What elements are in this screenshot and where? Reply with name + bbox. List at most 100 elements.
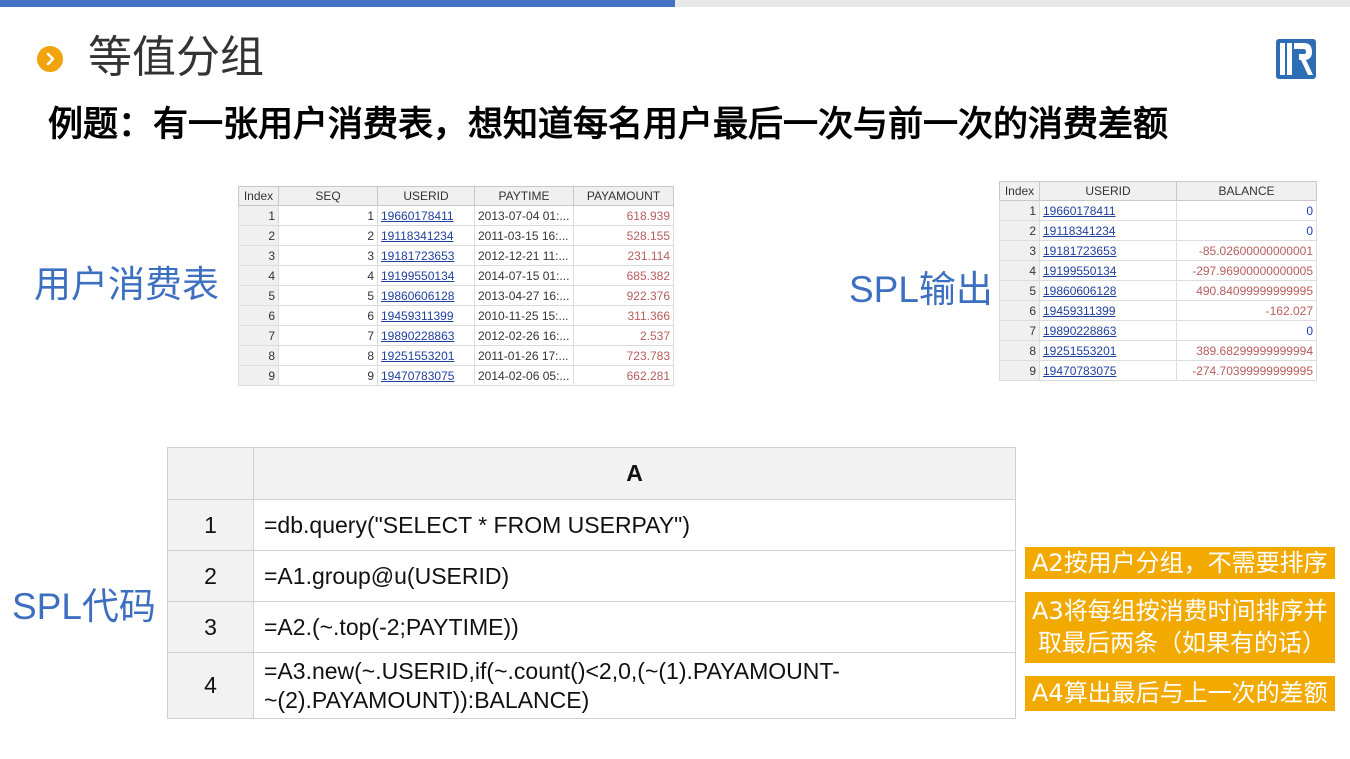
code-column-header[interactable]: A [253,447,1016,500]
column-header[interactable]: BALANCE [1176,181,1317,201]
table-cell: 0 [1176,320,1317,341]
userid-link[interactable]: 19118341234 [1043,224,1116,238]
table-row[interactable]: 5 5 19860606128 2013-04-27 16:... 922.376 [238,285,674,306]
table-row[interactable]: 7 19890228863 0 [999,320,1317,341]
userid-link[interactable]: 19890228863 [381,329,454,343]
table-cell: 7 [238,325,279,346]
table-row[interactable]: 2 19118341234 0 [999,220,1317,241]
userid-link[interactable]: 19470783075 [381,369,454,383]
table-row[interactable]: 9 19470783075 -274.70399999999995 [999,360,1317,381]
table-cell[interactable]: 19459311399 [377,305,475,326]
userid-link[interactable]: 19860606128 [1043,284,1116,298]
table-cell: 4 [999,260,1040,281]
table-cell[interactable]: 19251553201 [377,345,475,366]
table-row[interactable]: 6 6 19459311399 2010-11-25 15:... 311.366 [238,305,674,326]
table-row[interactable]: 3 19181723653 -85.02600000000001 [999,240,1317,261]
table-cell: 3 [999,240,1040,261]
column-header[interactable]: PAYAMOUNT [573,186,674,206]
code-line: =A3.new(~.USERID,if(~.count()<2,0,(~(1).… [264,657,840,684]
table-cell: 685.382 [573,265,674,286]
table-row[interactable]: 1 1 19660178411 2013-07-04 01:... 618.939 [238,205,674,226]
spl-output-grid[interactable]: Index USERID BALANCE 1 19660178411 0 2 1911834… [999,181,1317,381]
table-row[interactable]: 4 4 19199550134 2014-07-15 01:... 685.382 [238,265,674,286]
column-header[interactable]: USERID [377,186,475,206]
userid-link[interactable]: 19199550134 [1043,264,1116,278]
column-header[interactable]: PAYTIME [474,186,574,206]
code-line: =A2.(~.top(-2;PAYTIME)) [264,613,519,640]
table-row[interactable]: 5 19860606128 490.84099999999995 [999,280,1317,301]
code-row[interactable]: 4 =A3.new(~.USERID,if(~.count()<2,0,(~(1)… [167,652,1016,719]
table-cell[interactable]: 19181723653 [377,245,475,266]
table-cell: 2.537 [573,325,674,346]
table-cell: 490.84099999999995 [1176,280,1317,301]
table-cell: 4 [238,265,279,286]
note-a3-line2: 取最后两条（如果有的话） [1038,629,1326,657]
userid-link[interactable]: 19251553201 [381,349,454,363]
table-cell[interactable]: 19118341234 [377,225,475,246]
table-cell[interactable]: 19118341234 [1039,220,1177,241]
table-cell: 1 [278,205,378,226]
table-cell[interactable]: 19470783075 [377,365,475,386]
userid-link[interactable]: 19459311399 [1043,304,1116,318]
code-cell[interactable]: =A1.group@u(USERID) [253,550,1016,602]
table-cell: 0 [1176,220,1317,241]
userid-link[interactable]: 19199550134 [381,269,454,283]
table-row[interactable]: 4 19199550134 -297.96900000000005 [999,260,1317,281]
userid-link[interactable]: 19470783075 [1043,364,1116,378]
table-cell[interactable]: 19860606128 [377,285,475,306]
table-cell: 1 [238,205,279,226]
table-cell: 2 [238,225,279,246]
table-cell[interactable]: 19890228863 [377,325,475,346]
code-row-number[interactable]: 2 [167,550,254,602]
column-header[interactable]: Index [999,181,1040,201]
table-cell[interactable]: 19470783075 [1039,360,1177,381]
table-row[interactable]: 8 8 19251553201 2011-01-26 17:... 723.783 [238,345,674,366]
table-cell[interactable]: 19890228863 [1039,320,1177,341]
table-cell[interactable]: 19660178411 [1039,200,1177,221]
table-cell[interactable]: 19660178411 [377,205,475,226]
code-row-number[interactable]: 1 [167,499,254,551]
table-cell[interactable]: 19199550134 [377,265,475,286]
spl-code-grid[interactable]: A 1 =db.query("SELECT * FROM USERPAY") 2 =A… [167,447,1016,719]
userid-link[interactable]: 19118341234 [381,229,454,243]
column-header[interactable]: Index [238,186,279,206]
table-cell: 2012-12-21 11:... [474,245,574,266]
userid-link[interactable]: 19890228863 [1043,324,1116,338]
table-cell: 8 [999,340,1040,361]
table-row[interactable]: 7 7 19890228863 2012-02-26 16:... 2.537 [238,325,674,346]
table-row[interactable]: 1 19660178411 0 [999,200,1317,221]
code-cell[interactable]: =db.query("SELECT * FROM USERPAY") [253,499,1016,551]
userid-link[interactable]: 19459311399 [381,309,454,323]
code-row[interactable]: 1 =db.query("SELECT * FROM USERPAY") [167,499,1016,551]
table-row[interactable]: 8 19251553201 389.68299999999994 [999,340,1317,361]
userid-link[interactable]: 19860606128 [381,289,454,303]
code-row-number[interactable]: 4 [167,652,254,719]
table-cell: 9 [278,365,378,386]
top-accent-bar [0,0,675,7]
label-spl-output: SPL输出 [849,269,993,310]
table-cell[interactable]: 19199550134 [1039,260,1177,281]
code-row-number[interactable]: 3 [167,601,254,653]
table-cell[interactable]: 19251553201 [1039,340,1177,361]
userid-link[interactable]: 19660178411 [381,209,454,223]
column-header[interactable]: USERID [1039,181,1177,201]
code-row[interactable]: 3 =A2.(~.top(-2;PAYTIME)) [167,601,1016,653]
table-row[interactable]: 9 9 19470783075 2014-02-06 05:... 662.281 [238,365,674,386]
table-row[interactable]: 6 19459311399 -162.027 [999,300,1317,321]
table-cell[interactable]: 19181723653 [1039,240,1177,261]
userid-link[interactable]: 19251553201 [1043,344,1116,358]
note-a2: A2按用户分组，不需要排序 [1025,547,1335,579]
userid-link[interactable]: 19660178411 [1043,204,1116,218]
userid-link[interactable]: 19181723653 [381,249,454,263]
table-row[interactable]: 3 3 19181723653 2012-12-21 11:... 231.114 [238,245,674,266]
table-cell[interactable]: 19459311399 [1039,300,1177,321]
code-row[interactable]: 2 =A1.group@u(USERID) [167,550,1016,602]
code-cell[interactable]: =A3.new(~.USERID,if(~.count()<2,0,(~(1).… [253,652,1016,719]
column-header[interactable]: SEQ [278,186,378,206]
table-cell: 6 [238,305,279,326]
table-row[interactable]: 2 2 19118341234 2011-03-15 16:... 528.155 [238,225,674,246]
userid-link[interactable]: 19181723653 [1043,244,1116,258]
table-cell[interactable]: 19860606128 [1039,280,1177,301]
user-pay-grid[interactable]: Index SEQ USERID PAYTIME PAYAMOUNT 1 1 1966017… [238,186,674,386]
code-cell[interactable]: =A2.(~.top(-2;PAYTIME)) [253,601,1016,653]
